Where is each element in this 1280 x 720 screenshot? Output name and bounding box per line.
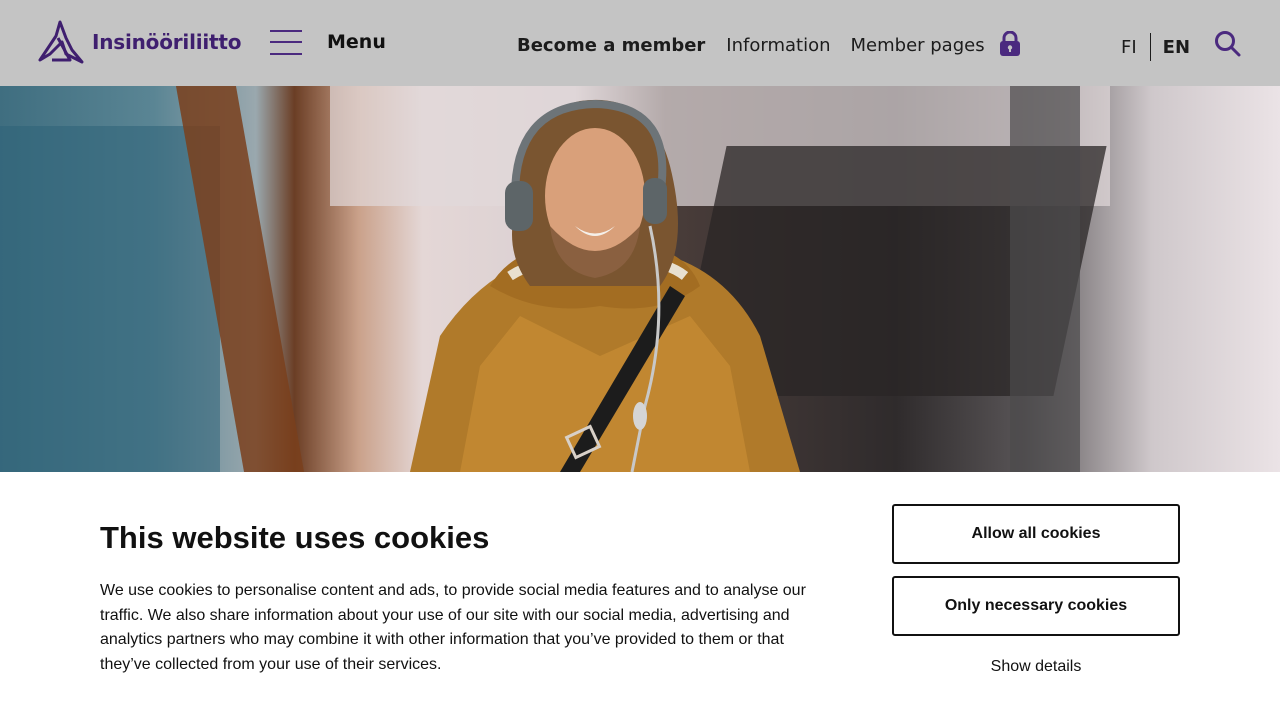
lang-divider: [1149, 33, 1151, 61]
menu-label: Menu: [327, 31, 386, 53]
site-logo[interactable]: Insinööriliitto: [36, 20, 242, 64]
insinooriliitto-logo-icon: [38, 20, 84, 64]
logo-text: Insinööriliitto: [92, 30, 242, 54]
lang-fi[interactable]: FI: [1121, 37, 1137, 58]
man-with-headphones-photo: [410, 99, 800, 472]
main-nav: Become a member Information Member pages: [517, 31, 1021, 58]
show-details-link[interactable]: Show details: [892, 658, 1180, 676]
hero-image: [0, 86, 1280, 472]
nav-information[interactable]: Information: [726, 35, 830, 56]
nav-member-pages[interactable]: Member pages: [851, 35, 985, 56]
only-necessary-cookies-button[interactable]: Only necessary cookies: [892, 576, 1180, 636]
cookie-banner-title: This website uses cookies: [100, 520, 490, 555]
lock-icon[interactable]: [999, 31, 1021, 57]
site-header: Insinööriliitto Menu Become a member Inf…: [0, 0, 1280, 86]
search-icon[interactable]: [1214, 30, 1241, 57]
allow-all-cookies-button[interactable]: Allow all cookies: [892, 504, 1180, 564]
cookie-consent-banner: This website uses cookies We use cookies…: [0, 472, 1280, 720]
nav-become-member[interactable]: Become a member: [517, 35, 705, 56]
language-switcher: FI EN: [1121, 33, 1190, 61]
hamburger-icon: [270, 28, 302, 56]
lang-en[interactable]: EN: [1163, 37, 1190, 58]
menu-button[interactable]: Menu: [270, 28, 386, 56]
cookie-banner-text: We use cookies to personalise content an…: [100, 582, 806, 674]
